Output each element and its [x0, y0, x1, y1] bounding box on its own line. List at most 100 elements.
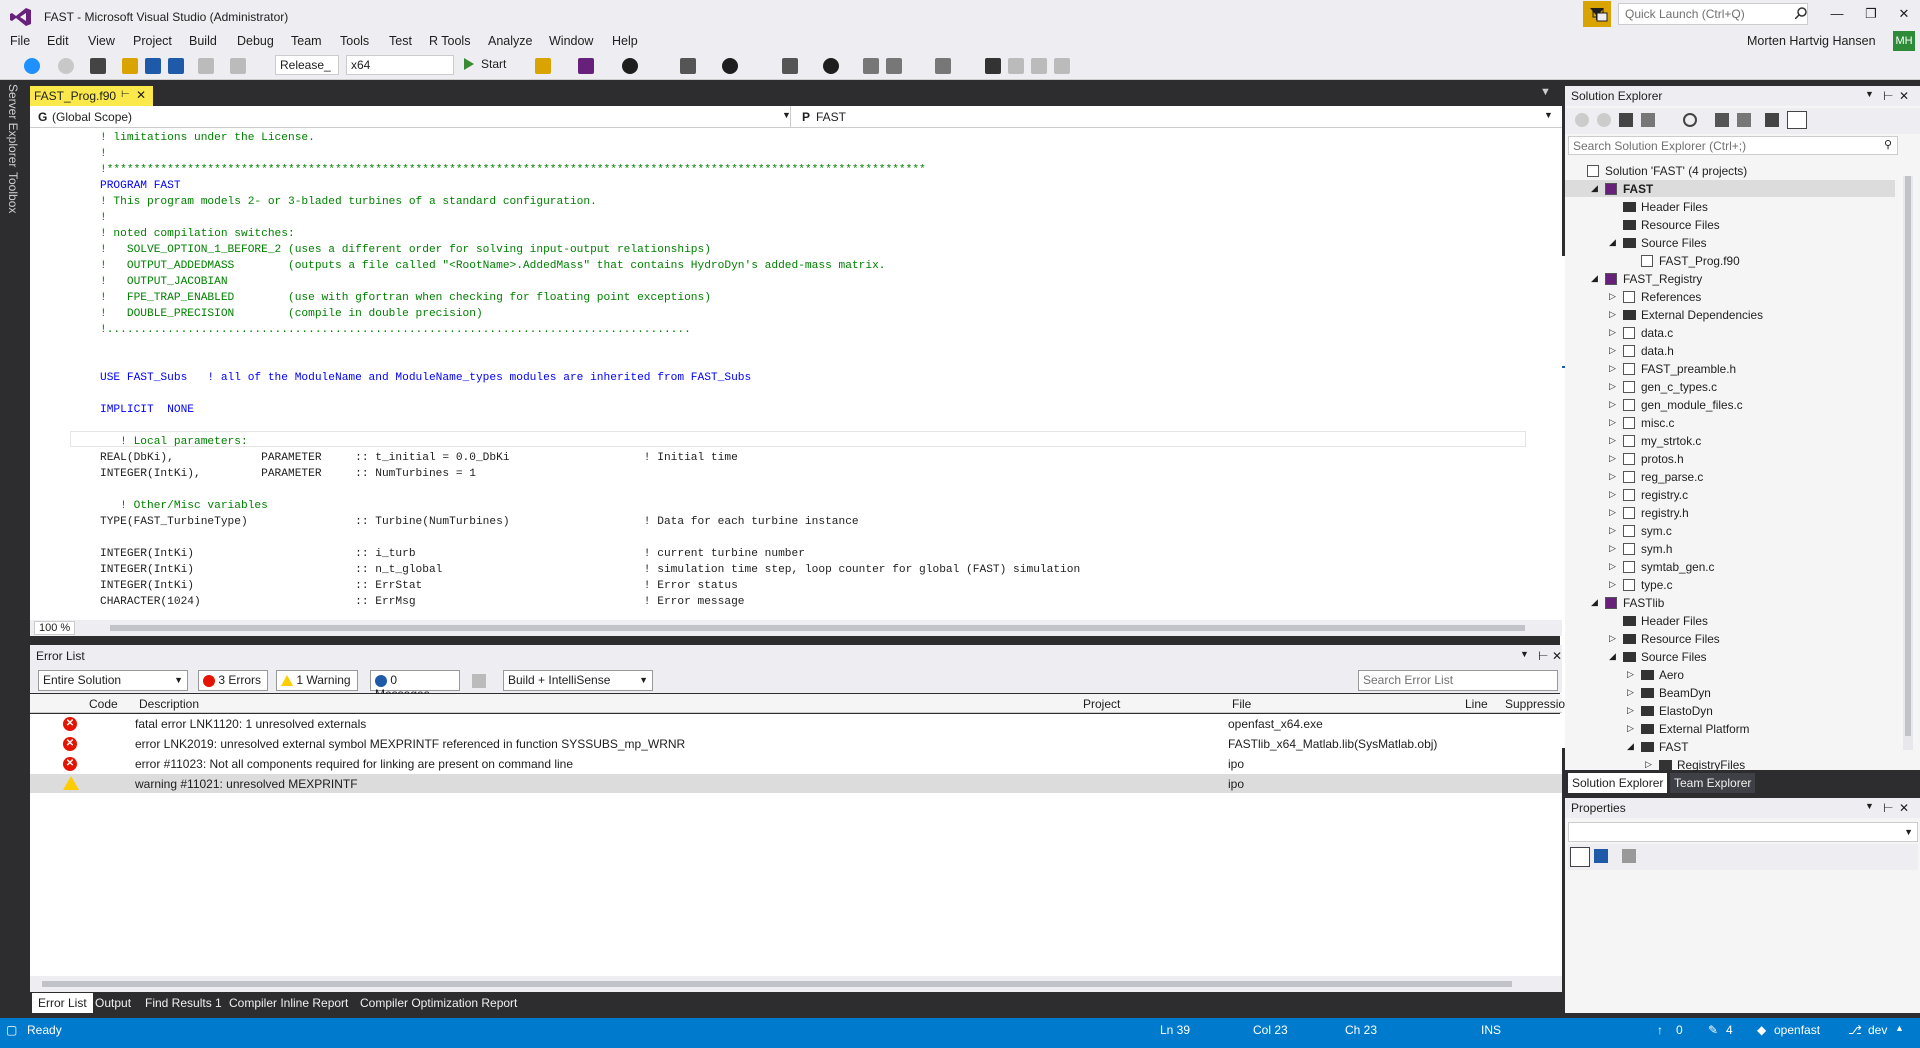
tree-item[interactable]: Header Files: [1565, 612, 1895, 629]
col-file[interactable]: File: [1232, 697, 1251, 711]
preview-selected-icon[interactable]: [1787, 111, 1807, 129]
pending-changes-icon[interactable]: [1683, 113, 1697, 127]
tab-solution-explorer[interactable]: Solution Explorer: [1568, 773, 1668, 793]
col-description[interactable]: Description: [139, 697, 199, 711]
forward-icon[interactable]: [58, 58, 74, 74]
menu-project[interactable]: Project: [133, 34, 172, 48]
close-icon[interactable]: ✕: [1899, 89, 1909, 103]
expand-icon[interactable]: ▷: [1609, 471, 1616, 482]
server-explorer-tab[interactable]: Server Explorer: [6, 84, 20, 167]
tree-item[interactable]: ◢ Source Files: [1565, 234, 1895, 251]
tree-item[interactable]: ◢ FAST_Registry: [1565, 270, 1895, 287]
property-pages-icon[interactable]: [1622, 849, 1636, 863]
tree-item[interactable]: ▷ registry.c: [1565, 486, 1895, 503]
tab-error-list[interactable]: Error List: [32, 993, 93, 1013]
start-button[interactable]: Start: [481, 57, 506, 71]
error-row[interactable]: ✕ error #11023: Not all components requir…: [30, 754, 1562, 774]
undo-icon[interactable]: [198, 58, 214, 74]
scroll-thumb[interactable]: [42, 981, 1512, 987]
expand-icon[interactable]: ▷: [1627, 705, 1634, 716]
chevron-down-icon[interactable]: ▼: [1865, 801, 1874, 811]
member-select[interactable]: FAST: [812, 108, 850, 126]
expand-icon[interactable]: ▷: [1609, 309, 1616, 320]
tree-item[interactable]: Header Files: [1565, 198, 1895, 215]
scroll-thumb[interactable]: [1905, 176, 1911, 736]
properties-object-select[interactable]: ▼: [1568, 822, 1918, 842]
tree-item[interactable]: ▷ Resource Files: [1565, 630, 1895, 647]
tree-item[interactable]: ▷ type.c: [1565, 576, 1895, 593]
pin-icon[interactable]: ⊢: [1883, 89, 1893, 103]
code-editor[interactable]: ! limitations under the License.! !******…: [30, 128, 1578, 748]
tree-item[interactable]: ▷ ElastoDyn: [1565, 702, 1895, 719]
tree-item[interactable]: ▷ registry.h: [1565, 504, 1895, 521]
expand-icon[interactable]: ▷: [1609, 381, 1616, 392]
tree-item[interactable]: ▷ symtab_gen.c: [1565, 558, 1895, 575]
tree-item[interactable]: Resource Files: [1565, 216, 1895, 233]
menu-file[interactable]: File: [10, 34, 30, 48]
tab-output[interactable]: Output: [89, 993, 137, 1013]
collapse-icon[interactable]: ◢: [1591, 597, 1598, 608]
expand-icon[interactable]: ▷: [1609, 543, 1616, 554]
expand-icon[interactable]: ▷: [1609, 363, 1616, 374]
bookmark-clear-icon[interactable]: [1054, 58, 1070, 74]
save-all-icon[interactable]: [168, 58, 184, 74]
horizontal-scroll-thumb[interactable]: [110, 625, 1525, 631]
tree-item[interactable]: ▷ References: [1565, 288, 1895, 305]
menu-test[interactable]: Test: [389, 34, 412, 48]
tree-item[interactable]: ▷ data.c: [1565, 324, 1895, 341]
outdent-icon[interactable]: [863, 58, 879, 74]
collapse-all-icon[interactable]: [1737, 113, 1751, 127]
close-icon[interactable]: ✕: [1552, 649, 1562, 663]
chevron-down-icon[interactable]: ▼: [1865, 89, 1874, 99]
tree-item[interactable]: ▷ Aero: [1565, 666, 1895, 683]
indent-icon[interactable]: [886, 58, 902, 74]
menu-r-tools[interactable]: R Tools: [429, 34, 470, 48]
tree-item[interactable]: Solution 'FAST' (4 projects): [1565, 162, 1895, 179]
tab-dropdown-icon[interactable]: ▼: [1540, 86, 1551, 98]
alphabetical-icon[interactable]: [1594, 849, 1608, 863]
tree-item[interactable]: ▷ protos.h: [1565, 450, 1895, 467]
tree-item[interactable]: ▷ data.h: [1565, 342, 1895, 359]
errors-filter-button[interactable]: 3 Errors: [198, 670, 268, 691]
forward-icon[interactable]: [1597, 113, 1611, 127]
bookmark-icon[interactable]: [985, 58, 1001, 74]
collapse-icon[interactable]: ◢: [1591, 183, 1598, 194]
chevron-down-icon[interactable]: ▼: [1544, 110, 1553, 120]
error-row[interactable]: ✕ fatal error LNK1120: 1 unresolved exter…: [30, 714, 1562, 734]
new-project-icon[interactable]: [90, 58, 106, 74]
back-icon[interactable]: [1575, 113, 1589, 127]
scope-select[interactable]: (Global Scope): [48, 108, 136, 126]
tree-item[interactable]: ▷ reg_parse.c: [1565, 468, 1895, 485]
expand-icon[interactable]: ▷: [1609, 417, 1616, 428]
warnings-filter-button[interactable]: 1 Warning: [276, 670, 358, 691]
expand-icon[interactable]: ▷: [1609, 561, 1616, 572]
chevron-down-icon[interactable]: ▼: [1520, 649, 1529, 659]
categorized-icon[interactable]: [1570, 847, 1590, 867]
tree-item[interactable]: ▷ gen_c_types.c: [1565, 378, 1895, 395]
pin-icon[interactable]: ⊢: [1538, 649, 1548, 663]
messages-filter-button[interactable]: 0 Messages: [370, 670, 460, 701]
toolbox-tab[interactable]: Toolbox: [6, 172, 20, 213]
search-error-list-input[interactable]: Search Error List: [1358, 670, 1558, 691]
restore-button[interactable]: ❐: [1862, 6, 1880, 24]
col-line[interactable]: Line: [1465, 697, 1488, 711]
solution-platform-select[interactable]: x64: [346, 55, 454, 75]
close-tab-icon[interactable]: ✕: [136, 88, 146, 102]
open-file-icon[interactable]: [122, 58, 138, 74]
pin-icon[interactable]: ⊢: [121, 89, 130, 100]
menu-view[interactable]: View: [88, 34, 115, 48]
tab-team-explorer[interactable]: Team Explorer: [1670, 773, 1756, 793]
expand-icon[interactable]: ▷: [1627, 669, 1634, 680]
help-icon-2[interactable]: [722, 58, 738, 74]
expand-icon[interactable]: ▷: [1609, 327, 1616, 338]
tab-fast-prog[interactable]: FAST_Prog.f90 ⊢ ✕: [30, 86, 153, 106]
status-changes[interactable]: 4: [1726, 1023, 1733, 1037]
save-icon[interactable]: [145, 58, 161, 74]
properties-wrench-icon[interactable]: [1765, 113, 1779, 127]
expand-icon[interactable]: ▷: [1609, 579, 1616, 590]
tree-item[interactable]: ▷ my_strtok.c: [1565, 432, 1895, 449]
expand-icon[interactable]: ▷: [1627, 687, 1634, 698]
status-unpushed[interactable]: 0: [1676, 1023, 1683, 1037]
collapse-icon[interactable]: ◢: [1609, 651, 1616, 662]
tool-icon[interactable]: [680, 58, 696, 74]
